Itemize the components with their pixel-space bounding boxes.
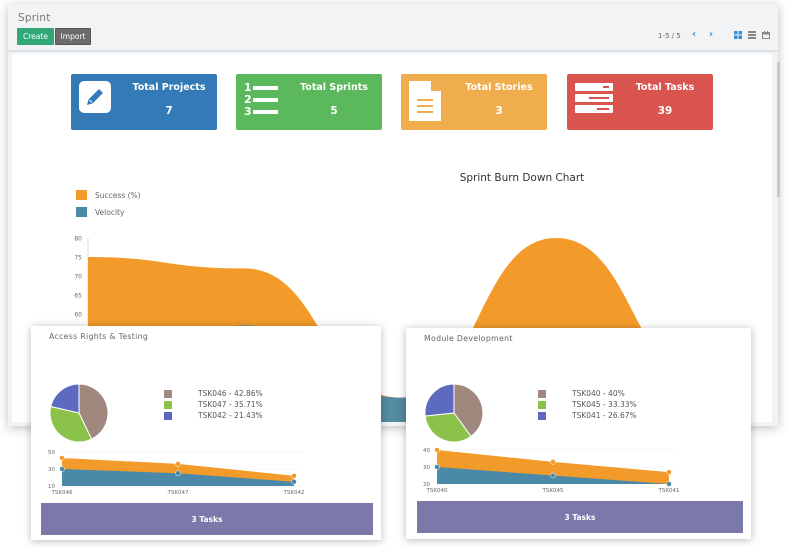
legend-swatch — [538, 411, 546, 420]
y-tick-label: 30 — [423, 465, 430, 471]
data-point — [59, 466, 65, 472]
x-tick-label: TSK046 — [51, 490, 73, 496]
task-area-chart: 103050TSK046 TSK047 TSK042 — [48, 450, 305, 496]
numbered-list-icon: 1 2 3 — [244, 81, 278, 117]
legend-label: TSK042 - 21.43% — [198, 411, 263, 420]
legend-swatch — [538, 400, 546, 409]
y-tick-label: 50 — [48, 450, 55, 456]
import-button[interactable]: Import — [55, 28, 91, 45]
card-total-projects[interactable]: Total Projects 7 — [71, 74, 217, 130]
card-value: 5 — [330, 105, 338, 117]
y-tick-label: 60 — [74, 312, 82, 319]
card-total-stories[interactable]: Total Stories 3 — [401, 74, 547, 130]
task-card-access-rights: Access Rights & Testing TSK046 - 42.86% … — [31, 326, 381, 540]
data-point — [175, 470, 181, 476]
x-tick-label: TSK040 — [426, 488, 448, 494]
legend-velocity[interactable]: Velocity — [76, 207, 124, 217]
legend-label: TSK046 - 42.86% — [198, 389, 263, 398]
data-point — [291, 473, 297, 479]
y-tick-label: 75 — [74, 255, 82, 262]
data-point — [434, 447, 440, 453]
card-value: 3 — [495, 105, 503, 117]
data-point — [666, 469, 672, 475]
chart-title: Sprint Burn Down Chart — [459, 172, 585, 184]
data-point — [550, 472, 556, 479]
pie-legend-item: TSK041 - 26.67% — [538, 410, 637, 421]
y-tick-label: 40 — [423, 448, 430, 454]
legend-success[interactable]: Success (%) — [76, 190, 141, 200]
card-total-sprints[interactable]: 1 2 3 Total Sprints 5 — [236, 74, 382, 130]
legend-swatch — [164, 389, 172, 398]
legend-label: TSK047 - 35.71% — [198, 400, 263, 409]
legend-label: Success (%) — [95, 190, 141, 200]
legend-swatch — [164, 411, 172, 420]
legend-swatch-success — [76, 190, 87, 200]
pager-value[interactable]: 1-5 / 5 — [658, 32, 681, 40]
card-title: Total Projects — [132, 82, 206, 93]
y-tick-label: 80 — [74, 236, 82, 243]
pie-legend-item: TSK047 - 35.71% — [164, 399, 263, 410]
legend-label: TSK040 - 40% — [572, 389, 625, 398]
kanban-view-icon[interactable] — [734, 31, 742, 39]
data-point — [175, 461, 181, 467]
server-icon — [575, 83, 613, 113]
task-card-module-development: Module Development TSK040 - 40% TSK045 -… — [406, 328, 751, 539]
create-button[interactable]: Create — [17, 28, 54, 45]
control-panel: Sprint Create Import 1-5 / 5 ‹ › — [8, 4, 778, 52]
pie-legend-item: TSK042 - 21.43% — [164, 410, 263, 421]
legend-label: Velocity — [95, 207, 125, 217]
data-point — [550, 459, 556, 465]
chevron-left-icon[interactable]: ‹ — [692, 29, 696, 40]
pie-legend-item: TSK045 - 33.33% — [538, 399, 637, 410]
screenshot-stage: Sprint Create Import 1-5 / 5 ‹ › Total P… — [0, 0, 800, 547]
pie-legend-item: TSK046 - 42.86% — [164, 388, 263, 399]
y-tick-label: 70 — [74, 274, 82, 281]
card-title: Total Sprints — [300, 82, 368, 93]
task-card-title: Access Rights & Testing — [49, 332, 149, 341]
legend-label: TSK041 - 26.67% — [572, 411, 637, 420]
legend-label: TSK045 - 33.33% — [572, 400, 637, 409]
x-tick-label: TSK041 — [658, 488, 680, 494]
chevron-right-icon[interactable]: › — [709, 29, 713, 40]
pencil-icon — [79, 81, 111, 113]
x-tick-label: TSK042 — [283, 490, 305, 496]
x-tick-label: TSK047 — [167, 490, 189, 496]
legend-swatch — [538, 389, 546, 398]
calendar-view-icon[interactable] — [762, 31, 770, 39]
task-count-footer[interactable]: 3 Tasks — [417, 501, 743, 533]
task-card-title: Module Development — [424, 334, 513, 343]
y-tick-label: 65 — [74, 293, 82, 300]
pie-chart — [49, 383, 109, 443]
pie-legend: TSK046 - 42.86% TSK047 - 35.71% TSK042 -… — [164, 388, 263, 421]
scrollbar[interactable] — [777, 62, 780, 197]
legend-swatch — [164, 400, 172, 409]
x-tick-label: TSK045 — [542, 488, 564, 494]
card-value: 7 — [165, 105, 173, 117]
card-value: 39 — [657, 105, 673, 117]
card-title: Total Stories — [465, 82, 533, 93]
y-tick-label: 30 — [48, 467, 55, 473]
document-icon — [409, 81, 441, 121]
data-point — [291, 479, 297, 485]
task-count-footer[interactable]: 3 Tasks — [41, 503, 373, 535]
data-point — [666, 481, 672, 487]
svg-text:3: 3 — [244, 105, 252, 117]
pie-chart — [424, 383, 484, 443]
page-title: Sprint — [18, 12, 51, 24]
card-total-tasks[interactable]: Total Tasks 39 — [567, 74, 713, 130]
pie-legend-item: TSK040 - 40% — [538, 388, 637, 399]
data-point — [59, 455, 65, 461]
data-point — [434, 464, 440, 470]
task-area-chart: 203040TSK040 TSK045 TSK041 — [423, 447, 680, 494]
list-view-icon[interactable] — [748, 31, 756, 39]
legend-swatch-velocity — [76, 207, 87, 217]
pie-slice-tsk041 — [424, 383, 455, 417]
pie-legend: TSK040 - 40% TSK045 - 33.33% TSK041 - 26… — [538, 388, 637, 421]
card-title: Total Tasks — [635, 82, 695, 93]
